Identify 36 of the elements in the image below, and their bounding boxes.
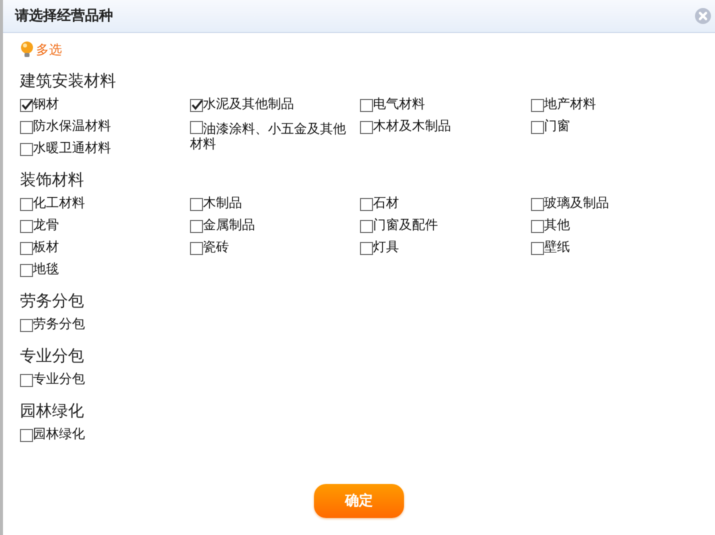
category-checkbox[interactable]: 石材 (360, 193, 531, 215)
category-checkbox[interactable]: 油漆涂料、小五金及其他材料 (190, 116, 360, 155)
category-checkbox[interactable]: 龙骨 (20, 215, 190, 237)
category-checkbox[interactable]: 金属制品 (190, 215, 360, 237)
category-checkbox[interactable]: 板材 (20, 237, 190, 259)
category-checkbox[interactable]: 玻璃及制品 (531, 193, 701, 215)
category-heading: 装饰材料 (20, 170, 84, 191)
category-heading: 劳务分包 (20, 291, 84, 312)
category-checkbox[interactable]: 门窗 (531, 116, 701, 138)
category-checkbox[interactable]: 木制品 (190, 193, 360, 215)
category-checkbox[interactable]: 灯具 (360, 237, 531, 259)
category-heading: 专业分包 (20, 346, 84, 367)
category-checkbox[interactable]: 劳务分包 (20, 314, 190, 336)
category-checkbox[interactable]: 水泥及其他制品 (190, 94, 360, 116)
category-checkbox[interactable]: 其他 (531, 215, 701, 237)
category-checkbox[interactable]: 壁纸 (531, 237, 701, 259)
category-checkbox[interactable]: 园林绿化 (20, 424, 190, 446)
checkmark-icon (190, 98, 204, 112)
category-checkbox[interactable]: 化工材料 (20, 193, 190, 215)
category-heading: 建筑安装材料 (20, 71, 116, 92)
category-checkbox[interactable]: 地产材料 (531, 94, 701, 116)
category-checkbox[interactable]: 防水保温材料 (20, 116, 190, 138)
lightbulb-icon (20, 41, 34, 59)
window-title: 请选择经营品种 (15, 7, 113, 25)
multi-select-hint: 多选 (36, 42, 62, 59)
category-checkbox[interactable]: 电气材料 (360, 94, 531, 116)
category-checkbox[interactable]: 专业分包 (20, 369, 190, 391)
category-checkbox[interactable]: 木材及木制品 (360, 116, 531, 138)
category-checkbox[interactable]: 地毯 (20, 259, 190, 281)
checkmark-icon (20, 98, 34, 112)
category-heading: 园林绿化 (20, 401, 84, 422)
category-checkbox[interactable]: 水暖卫通材料 (20, 138, 190, 160)
close-icon[interactable] (695, 8, 711, 24)
category-checkbox[interactable]: 钢材 (20, 94, 190, 116)
category-checkbox[interactable]: 瓷砖 (190, 237, 360, 259)
category-checkbox[interactable]: 门窗及配件 (360, 215, 531, 237)
